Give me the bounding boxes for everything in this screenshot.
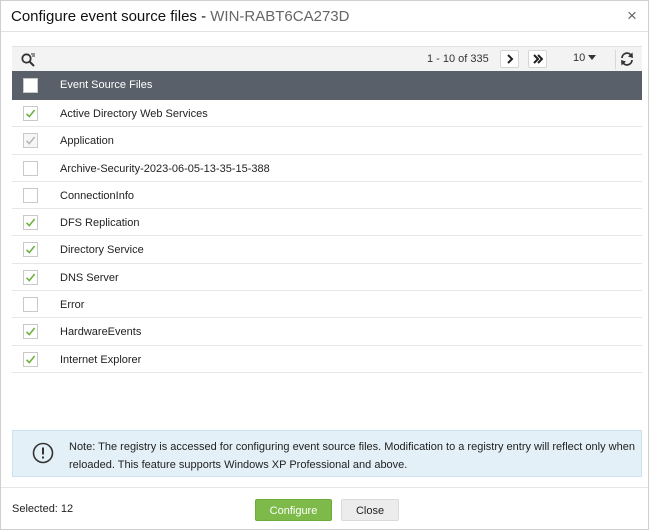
dialog-title-text: Configure event source files - — [11, 8, 211, 25]
double-chevron-right-icon — [533, 54, 543, 64]
footer-divider — [1, 487, 648, 488]
row-checkbox[interactable] — [23, 269, 38, 285]
row-label: Internet Explorer — [60, 353, 142, 366]
table-row[interactable]: Active Directory Web Services — [12, 100, 642, 128]
row-label: DFS Replication — [60, 217, 140, 230]
row-label: HardwareEvents — [60, 326, 142, 339]
row-label: Active Directory Web Services — [60, 108, 208, 120]
row-checkbox[interactable] — [23, 242, 38, 258]
row-checkbox[interactable] — [23, 106, 38, 121]
close-button[interactable]: Close — [341, 499, 399, 521]
row-label: Error — [60, 299, 85, 312]
table-row[interactable]: Directory Service — [12, 236, 642, 264]
row-checkbox — [23, 133, 38, 149]
table-row[interactable]: ConnectionInfo — [12, 182, 642, 210]
last-page-button[interactable] — [528, 50, 547, 68]
dialog-host-name: WIN-RABT6CA273D — [210, 8, 350, 25]
search-filter-icon[interactable] — [20, 52, 36, 68]
checkmark-icon — [25, 136, 36, 146]
table-header: Event Source Files — [12, 71, 642, 100]
row-label: ConnectionInfo — [60, 189, 134, 202]
refresh-icon[interactable] — [619, 51, 635, 67]
row-label: Archive-Security-2023-06-05-13-35-15-388 — [60, 162, 270, 175]
event-source-list: Active Directory Web Services Application… — [12, 100, 642, 373]
selected-count: Selected: 12 — [12, 503, 74, 515]
checkmark-icon — [25, 273, 36, 282]
caret-down-icon — [588, 55, 597, 60]
pagination-range: 1 - 10 of 335 — [427, 53, 489, 65]
row-label: DNS Server — [60, 271, 119, 284]
checkmark-icon — [25, 355, 36, 364]
row-checkbox[interactable] — [23, 297, 38, 313]
table-row[interactable]: Archive-Security-2023-06-05-13-35-15-388 — [12, 155, 642, 182]
table-row[interactable]: Error — [12, 291, 642, 319]
page-size-select[interactable]: 10 — [573, 52, 597, 64]
table-row[interactable]: Application — [12, 127, 642, 155]
table-row[interactable]: HardwareEvents — [12, 318, 642, 346]
configure-event-source-dialog: Configure event source files - WIN-RABT6… — [0, 0, 649, 530]
note-text: Note: The registry is accessed for confi… — [69, 441, 635, 471]
next-page-button[interactable] — [500, 50, 519, 68]
table-row[interactable]: DNS Server — [12, 264, 642, 292]
registry-note: Note: The registry is accessed for confi… — [12, 430, 642, 477]
table-row[interactable]: Internet Explorer — [12, 346, 642, 373]
configure-button[interactable]: Configure — [255, 499, 332, 521]
grid-toolbar: 1 - 10 of 335 10 — [12, 46, 642, 71]
checkmark-icon — [25, 218, 36, 227]
chevron-right-icon — [507, 54, 514, 64]
dialog-title: Configure event source files - WIN-RABT6… — [11, 8, 349, 25]
checkmark-icon — [25, 109, 36, 118]
row-label: Directory Service — [60, 244, 144, 257]
row-label: Application — [60, 135, 114, 148]
row-checkbox[interactable] — [23, 160, 38, 176]
column-header-event-source-files: Event Source Files — [60, 79, 153, 91]
row-checkbox[interactable] — [23, 351, 38, 367]
checkmark-icon — [25, 245, 36, 255]
info-icon — [32, 442, 54, 464]
dialog-header: Configure event source files - WIN-RABT6… — [1, 1, 648, 32]
page-size-value: 10 — [573, 52, 586, 64]
row-checkbox[interactable] — [23, 324, 38, 340]
row-checkbox[interactable] — [23, 215, 38, 231]
select-all-checkbox[interactable] — [23, 78, 38, 93]
table-row[interactable]: DFS Replication — [12, 209, 642, 237]
checkmark-icon — [25, 327, 36, 337]
toolbar-divider — [615, 50, 616, 69]
close-icon[interactable]: × — [624, 7, 640, 25]
row-checkbox[interactable] — [23, 187, 38, 203]
